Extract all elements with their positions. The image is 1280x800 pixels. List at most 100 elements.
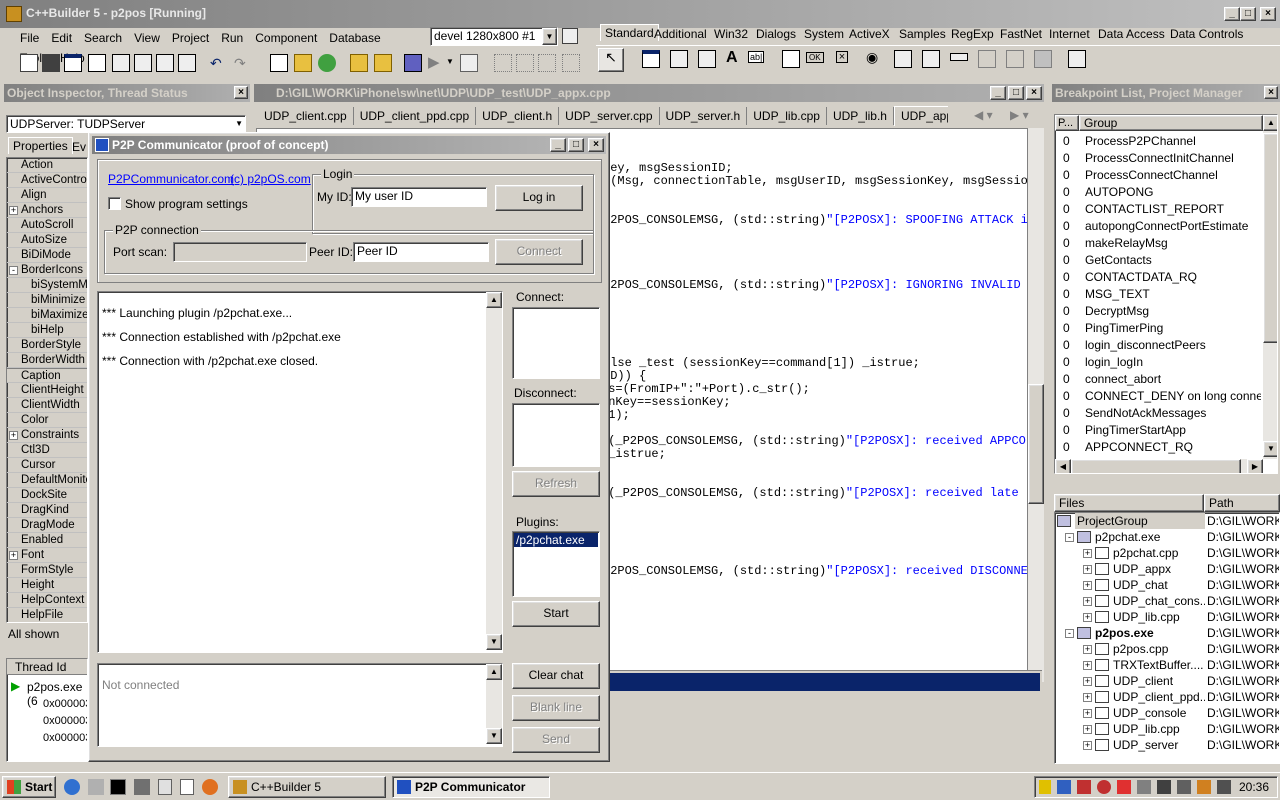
project-tree-row[interactable]: - p2pchat.exe D:\GIL\WORK: [1055, 529, 1279, 545]
collapse-icon[interactable]: -: [1065, 533, 1074, 542]
breakpoint-row[interactable]: 0 CONNECT_DENY on long conne...: [1055, 388, 1263, 405]
property-row[interactable]: DragKind: [7, 503, 87, 518]
menu-view[interactable]: View: [128, 28, 166, 48]
actionlist-icon[interactable]: [1068, 50, 1086, 68]
plugin-item[interactable]: /p2pchat.exe: [514, 533, 598, 547]
palette-tab-dialogs[interactable]: Dialogs: [756, 27, 796, 41]
my-id-input[interactable]: My user ID: [351, 187, 487, 207]
project-tree-row[interactable]: + UDP_chat_cons... D:\GIL\WORK: [1055, 593, 1279, 609]
run-dropdown-icon[interactable]: ▼: [446, 57, 454, 66]
property-row[interactable]: BiDiMode: [7, 248, 87, 263]
expand-icon[interactable]: +: [1083, 581, 1092, 590]
project-tree-row[interactable]: + TRXTextBuffer.... D:\GIL\WORK: [1055, 657, 1279, 673]
add-file-icon[interactable]: [178, 54, 196, 72]
scroll-up-icon[interactable]: ▲: [1263, 115, 1277, 131]
expand-icon[interactable]: +: [1083, 677, 1092, 686]
property-row[interactable]: Enabled: [7, 533, 87, 548]
volume-icon[interactable]: [1217, 780, 1231, 794]
property-row[interactable]: ClientWidth: [7, 398, 87, 413]
palette-tab-standard[interactable]: Standard: [600, 24, 659, 41]
minimize-button[interactable]: _: [550, 138, 566, 152]
palette-tab-additional[interactable]: Additional: [654, 27, 707, 41]
maximize-button[interactable]: □: [568, 138, 584, 152]
breakpoint-row[interactable]: 0 makeRelayMsg: [1055, 235, 1263, 252]
editor-title-bar[interactable]: D:\GIL\WORK\iPhone\sw\net\UDP\UDP_test\U…: [254, 84, 1044, 102]
property-row[interactable]: BorderStyle: [7, 338, 87, 353]
scroll-thumb[interactable]: [1263, 133, 1277, 343]
run-icon[interactable]: ▶: [428, 53, 440, 71]
quicklaunch-ie-icon[interactable]: [64, 779, 80, 795]
property-row[interactable]: Height: [7, 578, 87, 593]
checkbox-icon[interactable]: ×: [836, 51, 848, 63]
disconnect-list[interactable]: [512, 403, 600, 467]
p2p-title-bar[interactable]: P2P Communicator (proof of concept) _ □ …: [92, 136, 606, 154]
quicklaunch-doc-icon[interactable]: [180, 779, 194, 795]
palette-tab-fastnet[interactable]: FastNet: [1000, 27, 1042, 41]
tab-udp-lib-cpp[interactable]: UDP_lib.cpp: [747, 107, 827, 125]
minimize-button[interactable]: _: [990, 86, 1006, 100]
forward-icon[interactable]: ▶ ▾: [1010, 108, 1029, 122]
memo-icon[interactable]: [782, 50, 800, 68]
chevron-down-icon[interactable]: ▼: [542, 28, 557, 45]
breakpoint-row[interactable]: 0 CONTACTDATA_RQ: [1055, 269, 1263, 286]
menu-file[interactable]: File: [14, 28, 45, 48]
p2pos-link[interactable]: (c) p2pOS.com: [230, 172, 311, 186]
menu-run[interactable]: Run: [215, 28, 249, 48]
start-button[interactable]: Start: [2, 776, 56, 798]
property-row[interactable]: biSystemMe: [7, 278, 87, 293]
collapse-icon[interactable]: -: [9, 266, 18, 275]
expand-icon[interactable]: +: [1083, 645, 1092, 654]
scroll-thumb[interactable]: [1028, 384, 1044, 504]
breakpoint-row[interactable]: 0 PingTimerPing: [1055, 320, 1263, 337]
step-icon[interactable]: [538, 54, 556, 72]
property-row[interactable]: ClientHeight: [7, 383, 87, 398]
breakpoint-row[interactable]: 0 SendNotAckMessages: [1055, 405, 1263, 422]
breakpoint-scrollbar[interactable]: ▲ ▼: [1263, 115, 1277, 459]
debug-icon[interactable]: [404, 54, 422, 72]
breakpoint-row[interactable]: 0 login_logIn: [1055, 354, 1263, 371]
expand-icon[interactable]: +: [1083, 661, 1092, 670]
breakpoint-row[interactable]: 0 MSG_TEXT: [1055, 286, 1263, 303]
breakpoint-row[interactable]: 0 ProcessConnectChannel: [1055, 167, 1263, 184]
log-in-button[interactable]: Log in: [495, 185, 583, 211]
property-row[interactable]: ActiveControl: [7, 173, 87, 188]
menu-search[interactable]: Search: [78, 28, 128, 48]
tab-udp-client-h[interactable]: UDP_client.h: [476, 107, 560, 125]
object-selector[interactable]: UDPServer: TUDPServer ▼: [6, 115, 246, 133]
window-icon[interactable]: [64, 54, 82, 72]
task-cbuilder[interactable]: C++Builder 5: [228, 776, 386, 798]
combobox-icon[interactable]: [922, 50, 940, 68]
project-tree-row[interactable]: - p2pos.exe D:\GIL\WORK: [1055, 625, 1279, 641]
start-button[interactable]: Start: [512, 601, 600, 627]
scroll-up-icon[interactable]: ▲: [486, 664, 502, 680]
breakpoint-row[interactable]: 0 ProcessConnectInitChannel: [1055, 150, 1263, 167]
project-tree-row[interactable]: + UDP_server D:\GIL\WORK: [1055, 737, 1279, 753]
maximize-button[interactable]: □: [1008, 86, 1024, 100]
blank-line-button[interactable]: Blank line: [512, 695, 600, 721]
property-row[interactable]: FormStyle: [7, 563, 87, 578]
project-tree-row[interactable]: ProjectGroup D:\GIL\WORK: [1055, 513, 1279, 529]
property-row[interactable]: - BorderIcons: [7, 263, 87, 278]
frame-icon[interactable]: [642, 50, 660, 68]
connect-button[interactable]: Connect: [495, 239, 583, 265]
radiobutton-icon[interactable]: ◉: [866, 49, 878, 66]
tray-app-icon[interactable]: [1117, 780, 1131, 794]
scroll-thumb[interactable]: [1071, 459, 1241, 473]
tray-app-icon[interactable]: [1137, 780, 1151, 794]
peer-id-input[interactable]: Peer ID: [353, 242, 489, 262]
property-row[interactable]: Cursor: [7, 458, 87, 473]
menu-database[interactable]: Database: [323, 28, 386, 48]
property-row[interactable]: DragMode: [7, 518, 87, 533]
palette-tab-system[interactable]: System: [804, 27, 844, 41]
thread-row[interactable]: 0x000003: [43, 698, 87, 710]
property-row[interactable]: + Font: [7, 548, 87, 563]
breakpoint-row[interactable]: 0 APPCONNECT_RQ: [1055, 439, 1263, 456]
expand-icon[interactable]: +: [1083, 709, 1092, 718]
button-icon[interactable]: OK: [806, 52, 824, 63]
scrollbar-icon[interactable]: [950, 53, 968, 61]
object-inspector-title-bar[interactable]: Object Inspector, Thread Status ×: [4, 84, 250, 102]
close-icon[interactable]: ×: [1264, 86, 1278, 99]
tray-app-icon[interactable]: [1177, 780, 1191, 794]
mainmenu-icon[interactable]: [670, 50, 688, 68]
project-tree-row[interactable]: + UDP_appx D:\GIL\WORK: [1055, 561, 1279, 577]
